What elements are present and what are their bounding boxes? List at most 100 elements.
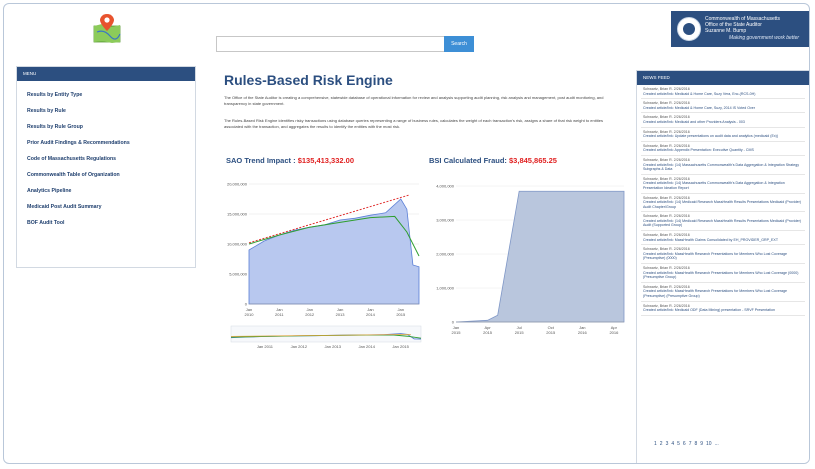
x-tick-label: 2015	[396, 312, 406, 317]
y-tick-label: 0	[452, 320, 455, 325]
news-item[interactable]: Schwartz, Brian R. 2/26/2016 Created arti…	[641, 156, 805, 175]
brand-text: Commonwealth of Massachusetts Office of …	[705, 16, 780, 34]
sao-title-amount: $135,413,332.00	[297, 156, 354, 165]
x-tick-label: 2016	[609, 330, 619, 335]
news-item[interactable]: Schwartz, Brian R. 2/26/2016 Created arti…	[641, 212, 805, 232]
pager-link[interactable]: 7	[689, 441, 692, 447]
series-area-sao	[248, 198, 420, 305]
pager-link[interactable]: 9	[700, 441, 703, 447]
x-tick-label: 2015	[483, 330, 493, 335]
y-tick-label: 3,000,000	[436, 218, 455, 223]
bsi-fraud-chart[interactable]: 4,000,0003,000,0002,000,0001,000,0000Jan…	[424, 174, 629, 349]
news-item-link[interactable]: Created article/link: MassHealth Claims …	[643, 238, 803, 243]
pager-link[interactable]: 2	[660, 441, 663, 447]
pager-link[interactable]: 5	[677, 441, 680, 447]
news-item-link[interactable]: Created article/link: Medicaid and other…	[643, 120, 803, 125]
y-tick-label: 2,000,000	[436, 252, 455, 257]
news-item[interactable]: Schwartz, Brian R. 2/26/2016 Created arti…	[641, 264, 805, 283]
news-item-link[interactable]: Created article/link: (14) Massachusetts…	[643, 181, 803, 190]
menu-item-entity-type[interactable]: Results by Entity Type	[17, 87, 195, 103]
page-title: Rules-Based Risk Engine	[224, 72, 393, 88]
x-tick-label: 2012	[305, 312, 315, 317]
y-tick-label: 10,000,000	[227, 242, 248, 247]
news-feed: NEWS FEED Schwartz, Brian R. 2/26/2016 Cr…	[636, 70, 809, 463]
news-item-link[interactable]: Created article/link: Medicaid ODF (Data…	[643, 308, 803, 313]
news-heading: NEWS FEED	[637, 71, 809, 85]
bsi-chart-title: BSI Calculated Fraud: $3,845,865.25	[429, 156, 557, 165]
menu-item-regulations[interactable]: Code of Massachusetts Regulations	[17, 151, 195, 167]
map-logo-icon[interactable]	[92, 12, 122, 44]
y-tick-label: 20,000,000	[227, 182, 248, 187]
news-item[interactable]: Schwartz, Brian R. 2/26/2016 Created arti…	[641, 283, 805, 302]
news-item[interactable]: Schwartz, Brian R. 2/26/2016 Created arti…	[641, 142, 805, 156]
news-item[interactable]: Schwartz, Brian R. 2/26/2016 Created arti…	[641, 245, 805, 265]
page-frame: Search Commonwealth of Massachusetts Off…	[3, 3, 810, 464]
search-input[interactable]	[216, 36, 445, 52]
intro-paragraph: The Office of the State Auditor is creat…	[224, 95, 604, 106]
navigator-tick-label: Jan 2011	[257, 344, 274, 349]
y-tick-label: 1,000,000	[436, 286, 455, 291]
news-pager: 1 2 3 4 5 6 7 8 9 10...	[654, 441, 722, 447]
y-tick-label: 15,000,000	[227, 212, 248, 217]
x-tick-label: 2014	[366, 312, 376, 317]
brand-tagline: Making government work better	[729, 35, 800, 41]
news-item[interactable]: Schwartz, Brian R. 2/26/2016 Created arti…	[641, 175, 805, 194]
news-list: Schwartz, Brian R. 2/26/2016 Created arti…	[637, 85, 809, 316]
news-item[interactable]: Schwartz, Brian R. 2/26/2016 Created arti…	[641, 85, 805, 100]
news-item-link[interactable]: Created article/link: Update presentatio…	[643, 134, 803, 139]
sao-title-label: SAO Trend Impact :	[226, 156, 298, 165]
news-item[interactable]: Schwartz, Brian R. 2/26/2016 Created arti…	[641, 113, 805, 128]
news-item-link[interactable]: Created article/link: MassHealth Researc…	[643, 271, 803, 280]
navigator-tick-label: Jan 2015	[392, 344, 409, 349]
news-item-link[interactable]: Created article/link: Appendix Presentat…	[643, 148, 803, 153]
sao-chart-title: SAO Trend Impact : $135,413,332.00	[226, 156, 354, 165]
side-menu: MENU Results by Entity Type Results by R…	[16, 66, 196, 268]
pager-link[interactable]: 6	[683, 441, 686, 447]
menu-item-bof-audit-tool[interactable]: BOF Audit Tool	[17, 215, 195, 231]
search-button[interactable]: Search	[444, 36, 474, 52]
x-tick-label: 2011	[275, 312, 284, 317]
x-tick-label: 2013	[336, 312, 346, 317]
x-tick-label: 2015	[546, 330, 556, 335]
pager-link[interactable]: 4	[671, 441, 674, 447]
news-item-link[interactable]: Created article/link: (14) Medicaid Rese…	[643, 219, 803, 228]
navigator-tick-label: Jan 2012	[291, 344, 308, 349]
bsi-title-label: BSI Calculated Fraud:	[429, 156, 510, 165]
menu-item-analytics-pipeline[interactable]: Analytics Pipeline	[17, 183, 195, 199]
brand-line: Suzanne M. Bump	[705, 28, 747, 34]
pager-link[interactable]: 1	[654, 441, 657, 447]
state-seal-icon	[677, 17, 701, 41]
x-tick-label: 2015	[515, 330, 525, 335]
news-item-link[interactable]: Created article/link: (14) Massachusetts…	[643, 163, 803, 172]
news-item[interactable]: Schwartz, Brian R. 2/26/2016 Created arti…	[641, 302, 805, 316]
news-item[interactable]: Schwartz, Brian R. 2/26/2016 Created arti…	[641, 231, 805, 246]
menu-item-rule-group[interactable]: Results by Rule Group	[17, 119, 195, 135]
news-item[interactable]: Schwartz, Brian R. 2/26/2016 Created arti…	[641, 194, 805, 213]
y-tick-label: 4,000,000	[436, 184, 455, 189]
series-area-bsi	[455, 190, 625, 323]
news-item[interactable]: Schwartz, Brian R. 2/26/2016 Created arti…	[641, 99, 805, 114]
bsi-title-amount: $3,845,865.25	[509, 156, 557, 165]
news-item-link[interactable]: Created article/link: (14) Medicaid Rese…	[643, 200, 803, 209]
x-tick-label: 2016	[578, 330, 588, 335]
menu-item-table-of-organization[interactable]: Commonwealth Table of Organization	[17, 167, 195, 183]
pager-link[interactable]: ...	[715, 441, 719, 447]
pager-link[interactable]: 10	[706, 441, 712, 447]
news-item-link[interactable]: Created article/link: Medicaid & Home Ca…	[643, 106, 803, 111]
navigator-tick-label: Jan 2014	[358, 344, 375, 349]
news-item[interactable]: Schwartz, Brian R. 2/26/2016 Created arti…	[641, 128, 805, 142]
y-tick-label: 0	[245, 302, 248, 307]
menu-item-by-rule[interactable]: Results by Rule	[17, 103, 195, 119]
news-item-link[interactable]: Created article/link: Medicaid & Home Ca…	[643, 92, 803, 97]
sao-navigator[interactable]: Jan 2011 Jan 2012 Jan 2013 Jan 2014 Jan 2015	[229, 322, 424, 354]
menu-item-prior-audit[interactable]: Prior Audit Findings & Recommendations	[17, 135, 195, 151]
pager-link[interactable]: 8	[694, 441, 697, 447]
pager-link[interactable]: 3	[666, 441, 669, 447]
menu-item-medicaid-summary[interactable]: Medicaid Post Audit Summary	[17, 199, 195, 215]
x-tick-label: 2015	[452, 330, 462, 335]
news-item-link[interactable]: Created article/link: MassHealth Researc…	[643, 289, 803, 298]
navigator-tick-label: Jan 2013	[325, 344, 342, 349]
x-tick-label: 2010	[245, 312, 255, 317]
auditor-brand: Commonwealth of Massachusetts Office of …	[671, 11, 809, 47]
news-item-link[interactable]: Created article/link: MassHealth Researc…	[643, 252, 803, 261]
